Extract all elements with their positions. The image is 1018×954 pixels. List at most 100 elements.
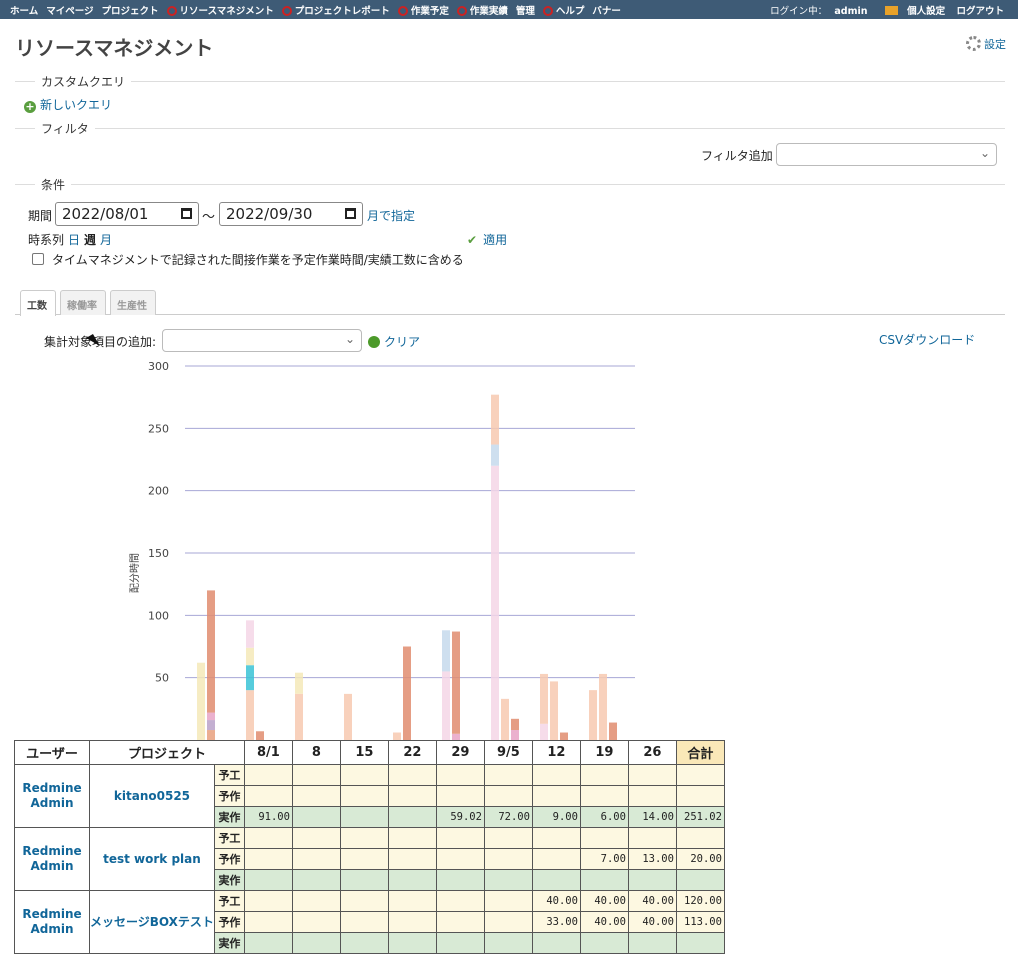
plan-icon	[397, 6, 408, 16]
top-menu-item-label: リソースマネジメント	[179, 6, 274, 17]
user-link[interactable]: Redmine Admin	[14, 827, 90, 891]
table-cell	[243, 869, 293, 891]
new-query-label[interactable]: 新しいクエリ	[40, 98, 112, 112]
series-month-link[interactable]: 月	[100, 231, 112, 248]
user-link[interactable]: Redmine Admin	[14, 764, 90, 828]
table-cell	[627, 869, 677, 891]
table-cell	[435, 764, 485, 786]
csv-download-link[interactable]: CSVダウンロード	[879, 331, 975, 348]
table-cell: 7.00	[579, 848, 629, 870]
include-indirect-checkbox[interactable]	[32, 253, 44, 265]
calendar-icon[interactable]	[345, 208, 356, 219]
table-cell	[387, 932, 437, 954]
top-menu-item-5[interactable]: 作業予定	[397, 3, 449, 17]
filter-add-select[interactable]: ⌄	[776, 143, 997, 166]
bar-segment	[207, 590, 215, 713]
table-cell	[579, 785, 629, 807]
row-kind-label: 実作	[213, 932, 245, 954]
table-cell	[627, 932, 677, 954]
top-menu-item-0[interactable]: ホーム	[10, 3, 38, 17]
top-menu-item-3[interactable]: リソースマネジメント	[166, 3, 274, 17]
date-to-input[interactable]: 2022/09/30	[219, 202, 363, 226]
date-range-tilde: 〜	[202, 210, 216, 225]
row-kind-label: 実作	[213, 869, 245, 891]
top-menu-item-label: ホーム	[10, 6, 39, 17]
resource-table: ユーザー プロジェクト 8/1 8 15 22 29 9/5 12 19 26 合計 Redmine …	[14, 740, 725, 954]
row-kind-label: 実作	[213, 806, 245, 828]
row-kind-label: 予工	[213, 764, 245, 786]
top-menu-item-9[interactable]: バナー	[592, 3, 621, 17]
aggregation-select[interactable]: ⌄	[162, 329, 362, 352]
table-cell	[291, 827, 341, 849]
new-query-link[interactable]: + 新しいクエリ	[24, 96, 112, 113]
result-icon	[456, 6, 467, 16]
top-menu-item-1[interactable]: マイページ	[46, 3, 93, 17]
table-cell	[675, 785, 725, 807]
resource-chart: 50 100 150 200 250 300 配分時間	[129, 360, 635, 740]
settings-label[interactable]: 設定	[984, 38, 1006, 51]
top-menu: ホーム マイページ プロジェクト リソースマネジメント プロジェクトレポート 作業予定 作業…	[0, 0, 1018, 19]
bar-segment	[540, 723, 548, 740]
bar-segment	[491, 394, 499, 445]
tab-productivity[interactable]: 生産性	[110, 290, 156, 315]
top-menu-item-label: プロジェクトレポート	[294, 6, 390, 17]
table-cell	[291, 785, 341, 807]
help-icon	[542, 6, 553, 16]
table-cell	[243, 932, 293, 954]
table-cell	[675, 827, 725, 849]
table-cell	[531, 785, 581, 807]
apply-label[interactable]: 適用	[483, 233, 507, 247]
top-menu-item-4[interactable]: プロジェクトレポート	[281, 3, 390, 17]
top-menu-item-6[interactable]: 作業実績	[456, 3, 508, 17]
table-cell	[675, 764, 725, 786]
filter-legend: フィルタ	[35, 120, 95, 137]
table-cell: 40.00	[531, 890, 581, 912]
top-menu-item-label: 作業予定	[410, 6, 449, 17]
top-menu-right: ログイン中： admin 個人設定 ログアウト	[770, 3, 1004, 17]
settings-link[interactable]: 設定	[966, 36, 1006, 52]
table-cell	[339, 848, 389, 870]
bar-segment	[452, 631, 460, 734]
project-link[interactable]: メッセージBOXテスト	[89, 890, 215, 954]
my-account-link[interactable]: 個人設定	[907, 3, 945, 17]
date-from-input[interactable]: 2022/08/01	[55, 202, 199, 226]
table-cell: 40.00	[579, 911, 629, 933]
bar-segment	[442, 630, 450, 672]
table-cell	[435, 848, 485, 870]
table-cell	[291, 848, 341, 870]
bar-segment	[540, 673, 548, 724]
user-link[interactable]: Redmine Admin	[14, 890, 90, 954]
current-user-link[interactable]: admin	[834, 6, 867, 17]
bar-segment	[393, 732, 401, 740]
table-cell: 33.00	[531, 911, 581, 933]
chevron-down-icon: ⌄	[344, 332, 355, 346]
calendar-icon[interactable]	[181, 208, 192, 219]
project-link[interactable]: kitano0525	[89, 764, 215, 828]
top-menu-item-label: 作業実績	[469, 6, 508, 17]
custom-query-divider	[15, 81, 1005, 82]
mail-icon[interactable]	[884, 6, 898, 15]
aggregation-label: 集計対象項目の追加:	[44, 335, 157, 349]
clear-button[interactable]: クリア	[368, 333, 420, 350]
month-specify-link[interactable]: 月で指定	[367, 207, 415, 224]
tab-utilization[interactable]: 稼働率	[60, 290, 106, 315]
top-menu-item-7[interactable]: 管理	[516, 3, 535, 17]
apply-button[interactable]: ✔ 適用	[467, 231, 507, 248]
tab-kousu[interactable]: 工数	[20, 290, 56, 316]
project-link[interactable]: test work plan	[89, 827, 215, 891]
table-cell	[387, 806, 437, 828]
clear-label[interactable]: クリア	[384, 335, 420, 349]
top-menu-item-2[interactable]: プロジェクト	[102, 3, 159, 17]
table-header-6: 29	[435, 740, 485, 765]
table-cell	[483, 785, 533, 807]
y-tick-label: 50	[155, 672, 169, 685]
row-kind-label: 予工	[213, 827, 245, 849]
logout-link[interactable]: ログアウト	[956, 3, 1004, 17]
top-menu-item-8[interactable]: ヘルプ	[542, 3, 584, 17]
bar-segment	[246, 620, 254, 648]
series-day-link[interactable]: 日	[68, 231, 80, 248]
table-cell	[483, 932, 533, 954]
bar-segment	[589, 690, 597, 740]
top-menu-left: ホーム マイページ プロジェクト リソースマネジメント プロジェクトレポート 作業予定 作業…	[10, 3, 629, 17]
table-cell	[387, 911, 437, 933]
